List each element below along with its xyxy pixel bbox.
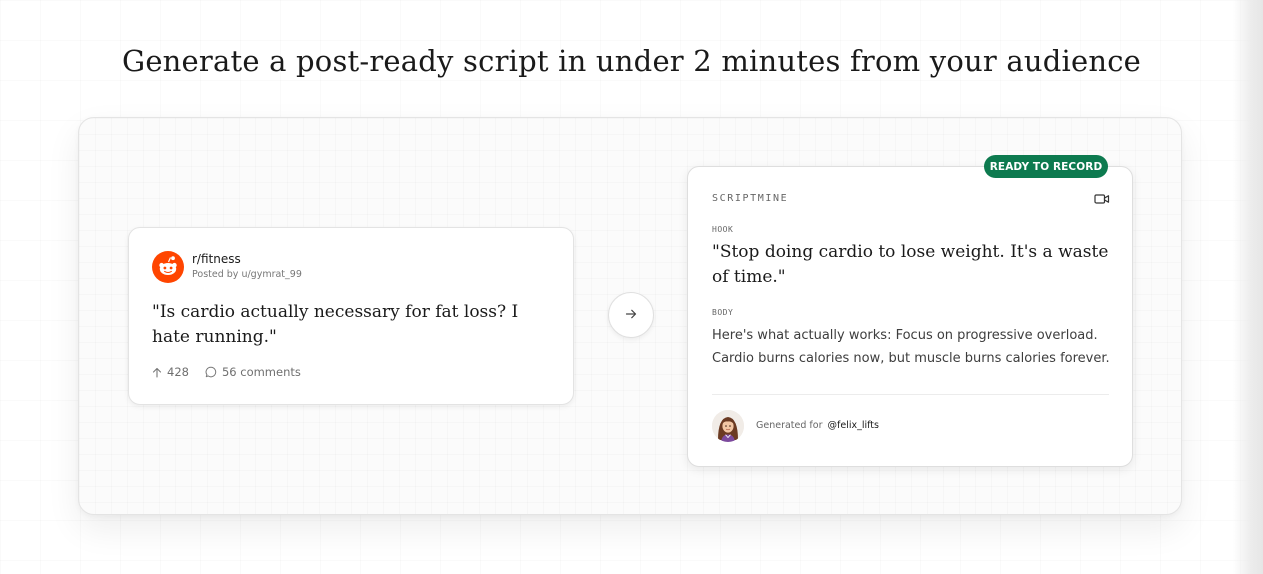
subreddit-name[interactable]: r/fitness xyxy=(192,252,241,266)
reddit-logo-icon xyxy=(152,251,184,283)
video-camera-icon xyxy=(1094,193,1110,205)
generated-for-label: Generated for xyxy=(756,420,823,431)
script-card: SCRIPTMINE HOOK "Stop doing cardio to lo… xyxy=(687,166,1133,467)
post-meta: 428 56 comments xyxy=(152,365,301,379)
arrow-right-icon xyxy=(624,306,638,325)
page-edge-shade xyxy=(1233,0,1263,574)
transform-arrow-button xyxy=(608,292,654,338)
post-title: "Is cardio actually necessary for fat lo… xyxy=(152,302,519,347)
avatar xyxy=(712,410,744,442)
upvote-count: 428 xyxy=(152,365,189,379)
comment-bubble-icon xyxy=(205,366,222,378)
post-author: Posted by u/gymrat_99 xyxy=(192,269,302,280)
comment-count: 56 comments xyxy=(205,365,301,379)
body-label: BODY xyxy=(712,308,734,317)
upvote-arrow-icon xyxy=(152,367,167,378)
hook-label: HOOK xyxy=(712,225,734,234)
hook-text: "Stop doing cardio to lose weight. It's … xyxy=(712,242,1109,287)
user-handle-link[interactable]: @felix_lifts xyxy=(828,420,879,431)
generated-for-line: Generated for @felix_lifts xyxy=(756,420,879,431)
page-headline: Generate a post-ready script in under 2 … xyxy=(121,44,1142,78)
upvote-value: 428 xyxy=(167,365,189,379)
body-text: Here's what actually works: Focus on pro… xyxy=(712,328,1110,366)
brand-name: SCRIPTMINE xyxy=(712,193,789,204)
reddit-post-card: r/fitness Posted by u/gymrat_99 "Is card… xyxy=(128,227,574,405)
comment-value: 56 comments xyxy=(221,365,301,379)
card-divider xyxy=(712,394,1109,395)
ready-to-record-badge: READY TO RECORD xyxy=(984,155,1108,178)
